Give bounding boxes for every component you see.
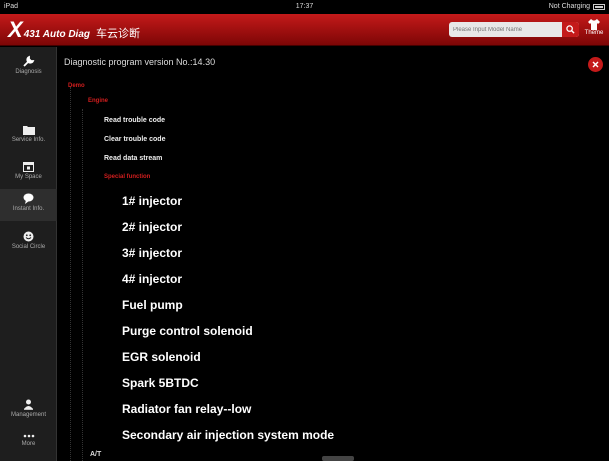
smiley-icon [23,231,34,242]
theme-button[interactable]: Theme [582,19,606,36]
function-item[interactable]: 3# injector [122,246,182,260]
close-button[interactable] [588,57,603,72]
battery-status: Not Charging [549,3,605,10]
search-icon [566,25,575,34]
sidebar-item-label: Service Info. [11,137,46,143]
sidebar-item-label: Instant Info. [12,206,45,212]
function-item[interactable]: 2# injector [122,220,182,234]
program-version: Diagnostic program version No.:14.30 [64,57,216,67]
function-item[interactable]: EGR solenoid [122,350,201,364]
app-logo: X 431 Auto Diag 车云诊断 [8,17,140,42]
wrench-icon [22,55,34,67]
sidebar-item-social-circle[interactable]: Social Circle [0,231,57,250]
status-bar: iPad 17:37 Not Charging [0,0,609,14]
sidebar-item-label: My Space [15,174,42,180]
calendar-icon [23,162,34,172]
sidebar-item-instant-info[interactable]: Instant Info. [0,189,57,221]
menu-clear-trouble-code[interactable]: Clear trouble code [104,136,165,143]
function-item[interactable]: Fuel pump [122,298,183,312]
function-item[interactable]: Spark 5BTDC [122,376,199,390]
function-item[interactable]: Secondary air injection system mode [122,428,334,442]
sidebar-item-more[interactable]: More [0,433,57,447]
folder-icon [22,126,35,135]
function-item[interactable]: Radiator fan relay--low [122,402,251,416]
search-button[interactable] [562,22,579,37]
sidebar-item-label: Diagnosis [15,69,42,75]
theme-label: Theme [584,30,604,36]
charging-label: Not Charging [548,3,590,10]
function-item[interactable]: Purge control solenoid [122,324,253,338]
tree-guide [82,109,83,461]
diagnostic-panel: Diagnostic program version No.:14.30 Dem… [58,47,609,461]
sidebar-item-label: Social Circle [11,244,46,250]
model-search [449,22,579,37]
close-icon [592,61,599,68]
menu-read-trouble-code[interactable]: Read trouble code [104,117,165,124]
sidebar-item-my-space[interactable]: My Space [0,161,57,180]
sidebar: Diagnosis Service Info. My Space Instant… [0,47,57,461]
battery-icon [593,3,605,10]
sidebar-item-management[interactable]: Management [0,399,57,418]
app-header: X 431 Auto Diag 车云诊断 Theme [0,14,609,46]
tree-node-at[interactable]: A/T [90,451,101,458]
person-icon [24,399,33,410]
tree-node-demo[interactable]: Demo [68,83,85,89]
search-input[interactable] [449,26,559,33]
tree-node-engine[interactable]: Engine [88,98,108,104]
sidebar-item-diagnosis[interactable]: Diagnosis [0,55,57,75]
scrollbar[interactable] [322,456,354,461]
menu-special-function[interactable]: Special function [104,174,150,180]
logo-x: X [8,17,23,42]
sidebar-item-service-info[interactable]: Service Info. [0,125,57,143]
function-item[interactable]: 4# injector [122,272,182,286]
shirt-icon [588,19,600,30]
clock: 17:37 [295,3,314,10]
sidebar-item-label: Management [10,412,47,418]
tree-guide [70,87,71,461]
menu-read-data-stream[interactable]: Read data stream [104,155,162,162]
sidebar-item-label: More [21,441,36,447]
brand-name: 431 Auto Diag [23,29,90,40]
chat-bubble-icon [23,193,34,204]
function-item[interactable]: 1# injector [122,194,182,208]
brand-name-cn: 车云诊断 [96,28,140,40]
more-dots-icon [23,434,34,438]
